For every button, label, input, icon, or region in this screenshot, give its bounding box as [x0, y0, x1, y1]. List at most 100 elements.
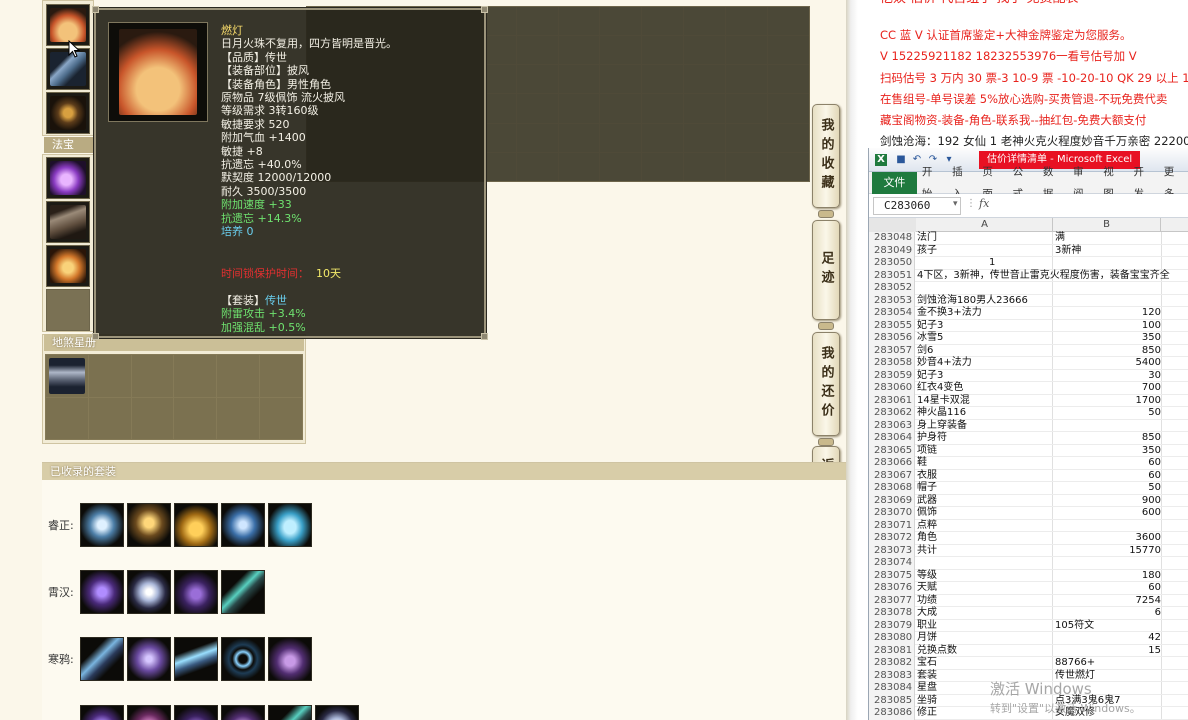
suit-piece-icon[interactable] [127, 503, 171, 547]
row-number[interactable]: 283057 [869, 344, 915, 357]
cell-a[interactable]: 14星卡双混 [917, 395, 1053, 408]
inventory-slot[interactable] [516, 36, 558, 65]
row-number[interactable]: 283064 [869, 432, 915, 445]
cell-b[interactable]: 850 [1053, 432, 1161, 445]
table-row[interactable]: 283072 角色 3600 [869, 532, 1188, 545]
row-number[interactable]: 283079 [869, 619, 915, 632]
disha-slot[interactable] [131, 397, 174, 439]
suit-piece-icon[interactable] [221, 570, 265, 614]
cell-b[interactable]: 120 [1053, 307, 1161, 320]
cell-a[interactable]: 天赋 [917, 582, 1053, 595]
row-number[interactable]: 283070 [869, 507, 915, 520]
table-row[interactable]: 283066 鞋 60 [869, 457, 1188, 470]
row-number[interactable]: 283060 [869, 382, 915, 395]
cell-a[interactable]: 帽子 [917, 482, 1053, 495]
inventory-slot[interactable] [768, 65, 809, 94]
table-row[interactable]: 283062 神火晶116 50 [869, 407, 1188, 420]
table-row[interactable]: 283058 妙音4+法力 5400 [869, 357, 1188, 370]
cell-a[interactable]: 等级 [917, 570, 1053, 583]
table-row[interactable]: 283049 孩子 3新神 [869, 244, 1188, 257]
inventory-slot[interactable] [558, 36, 600, 65]
row-number[interactable]: 283080 [869, 632, 915, 645]
fabao-slot[interactable] [46, 289, 90, 331]
cell-b[interactable]: 满 [1053, 232, 1161, 245]
cell-a[interactable]: 4下区，3新神，传世音止雷克火程度伤害，装备宝宝齐全 [917, 270, 1170, 283]
cell-a[interactable]: 妃子3 [917, 370, 1053, 383]
cell-a[interactable]: 妃子3 [917, 320, 1053, 333]
cell-a[interactable]: 功绩 [917, 595, 1053, 608]
column-header-b[interactable]: B [1053, 218, 1161, 232]
inventory-slot[interactable] [684, 123, 726, 152]
fabao-slot[interactable] [46, 157, 90, 199]
row-number[interactable]: 283081 [869, 644, 915, 657]
inventory-slot[interactable] [768, 152, 809, 181]
inventory-slot[interactable] [768, 123, 809, 152]
row-number[interactable]: 283059 [869, 369, 915, 382]
inventory-slot[interactable] [684, 94, 726, 123]
cell-b[interactable]: 15770 [1053, 545, 1161, 558]
table-row[interactable]: 283053 剑蚀沧海180男人23666 [869, 294, 1188, 307]
cell-b[interactable]: 180 [1053, 570, 1161, 583]
row-number[interactable]: 283073 [869, 544, 915, 557]
cell-a[interactable]: 角色 [917, 532, 1053, 545]
row-number[interactable]: 283053 [869, 294, 915, 307]
suit-piece-icon[interactable] [174, 570, 218, 614]
cell-a[interactable]: 神火晶116 [917, 407, 1053, 420]
suit-piece-icon[interactable] [268, 503, 312, 547]
table-row[interactable]: 283065 项链 350 [869, 444, 1188, 457]
cell-b[interactable]: 42 [1053, 632, 1161, 645]
row-number[interactable]: 283083 [869, 669, 915, 682]
cell-a[interactable]: 衣服 [917, 470, 1053, 483]
cell-a[interactable]: 职业 [917, 620, 1053, 633]
my-counteroffer-button[interactable]: 我的还价 [812, 332, 840, 436]
fabao-slot[interactable] [46, 201, 90, 243]
cell-b[interactable]: 7254 [1053, 595, 1161, 608]
table-row[interactable]: 283073 共计 15770 [869, 544, 1188, 558]
fx-icon[interactable]: fx [979, 197, 989, 210]
disha-slot[interactable] [217, 397, 260, 439]
inventory-slot[interactable] [726, 36, 768, 65]
row-number[interactable]: 283067 [869, 469, 915, 482]
inventory-slot[interactable] [768, 7, 809, 36]
inventory-slot[interactable] [600, 65, 642, 94]
inventory-slot[interactable] [768, 36, 809, 65]
fabao-slot[interactable] [46, 245, 90, 287]
cell-b[interactable]: 30 [1053, 370, 1161, 383]
suit-piece-icon[interactable] [80, 570, 124, 614]
inventory-slot[interactable] [642, 65, 684, 94]
row-number[interactable]: 283050 [869, 257, 915, 270]
table-row[interactable]: 283082 宝石 88766+ [869, 657, 1188, 670]
fabao-tab[interactable]: 法宝 [44, 137, 96, 153]
cell-b[interactable]: 850 [1053, 345, 1161, 358]
table-row[interactable]: 283055 妃子3 100 [869, 319, 1188, 333]
row-number[interactable]: 283055 [869, 319, 915, 332]
suit-piece-icon[interactable] [80, 637, 124, 681]
inventory-slot[interactable] [516, 94, 558, 123]
cell-a[interactable]: 红衣4变色 [917, 382, 1053, 395]
table-row[interactable]: 283081 兑换点数 15 [869, 644, 1188, 658]
inventory-slot[interactable] [558, 94, 600, 123]
cell-a[interactable]: 法门 [917, 232, 1053, 245]
save-icon[interactable]: ■ [895, 154, 907, 166]
row-number[interactable]: 283086 [869, 707, 915, 720]
suit-piece-icon[interactable] [80, 503, 124, 547]
row-number[interactable]: 283058 [869, 357, 915, 370]
table-row[interactable]: 283070 佩饰 600 [869, 507, 1188, 520]
table-row[interactable]: 283059 妃子3 30 [869, 369, 1188, 383]
inventory-slot[interactable] [600, 36, 642, 65]
cell-a[interactable]: 兑换点数 [917, 645, 1053, 658]
inventory-slot[interactable] [684, 36, 726, 65]
suit-piece-icon[interactable] [127, 637, 171, 681]
row-number[interactable]: 283061 [869, 394, 915, 407]
table-row[interactable]: 283051 4下区，3新神，传世音止雷克火程度伤害，装备宝宝齐全 [869, 269, 1188, 283]
table-row[interactable]: 283074 [869, 557, 1188, 570]
table-row[interactable]: 283076 天赋 60 [869, 582, 1188, 595]
inventory-slot[interactable] [726, 123, 768, 152]
row-number[interactable]: 283069 [869, 494, 915, 507]
table-row[interactable]: 283063 身上穿装备 [869, 419, 1188, 432]
suit-piece-icon[interactable] [268, 705, 312, 720]
table-row[interactable]: 283080 月饼 42 [869, 632, 1188, 645]
suit-piece-icon[interactable] [174, 503, 218, 547]
row-number[interactable]: 283084 [869, 682, 915, 695]
table-row[interactable]: 283048 法门满 [869, 232, 1188, 245]
